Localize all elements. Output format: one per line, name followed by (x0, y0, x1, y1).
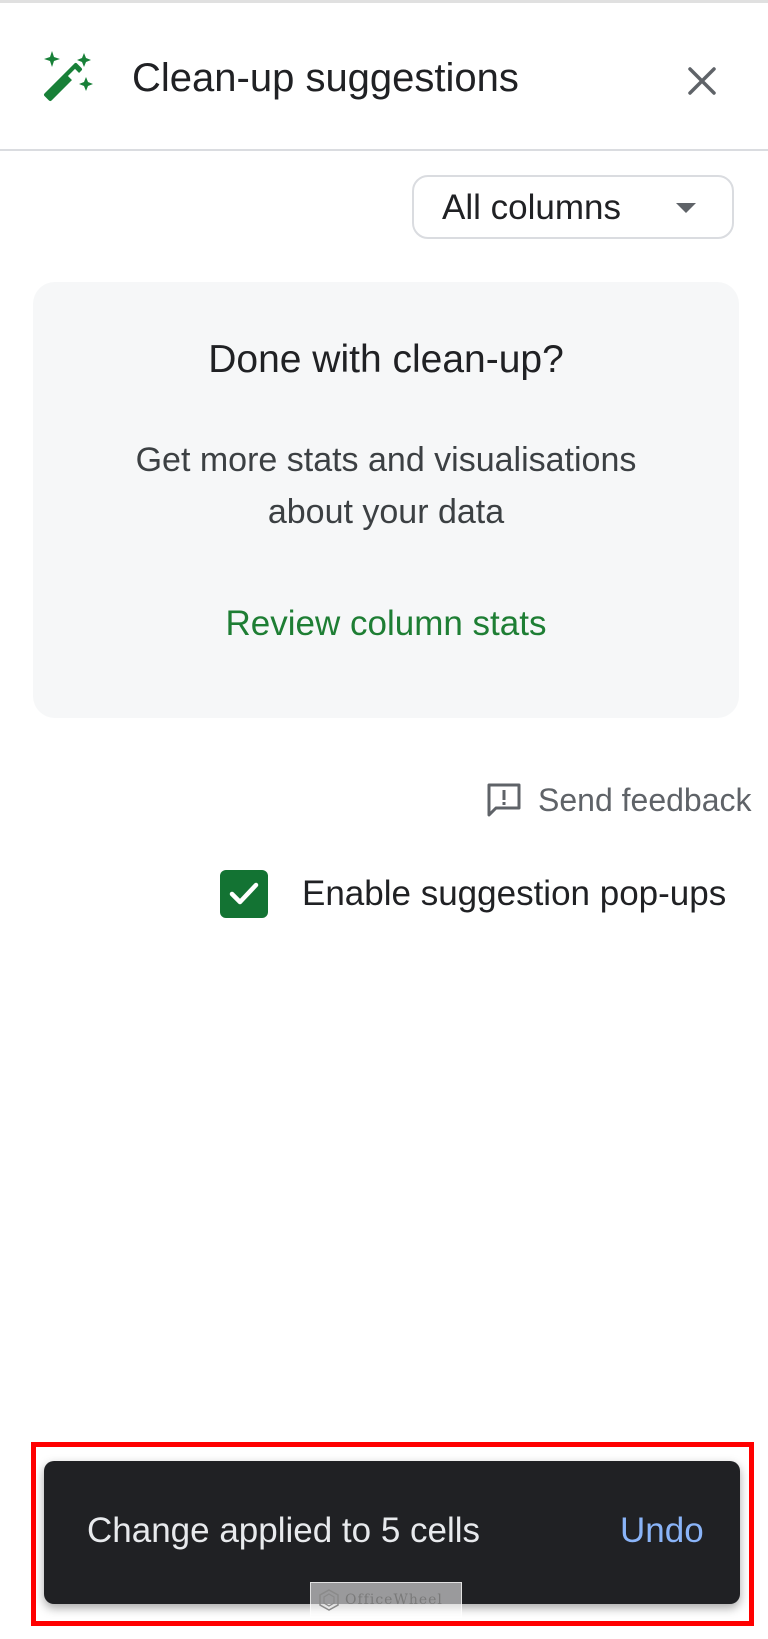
review-column-stats-link[interactable]: Review column stats (33, 602, 739, 646)
feedback-icon (484, 780, 524, 820)
column-filter-value: All columns (442, 188, 621, 227)
panel-title: Clean-up suggestions (132, 56, 519, 100)
checkmark-icon (229, 882, 259, 905)
watermark: OfficeWheel (310, 1582, 462, 1618)
watermark-text: OfficeWheel (345, 1592, 443, 1608)
send-feedback-label: Send feedback (538, 782, 752, 818)
column-filter-dropdown[interactable]: All columns (412, 175, 734, 239)
close-icon (688, 67, 716, 95)
magic-wand-icon (36, 47, 98, 109)
watermark-logo-icon (317, 1588, 341, 1612)
dropdown-caret-icon (676, 203, 696, 213)
enable-popups-checkbox[interactable] (220, 870, 268, 918)
card-description: Get more stats and visualisations about … (135, 441, 637, 531)
card-heading: Done with clean-up? (208, 338, 564, 381)
close-button[interactable] (676, 55, 728, 107)
panel-header: Clean-up suggestions (0, 3, 768, 151)
clean-up-done-card: Done with clean-up? Get more stats and v… (33, 282, 739, 718)
enable-popups-label: Enable suggestion pop-ups (302, 874, 727, 913)
undo-button[interactable]: Undo (620, 1509, 704, 1553)
snackbar-message: Change applied to 5 cells (87, 1511, 481, 1550)
